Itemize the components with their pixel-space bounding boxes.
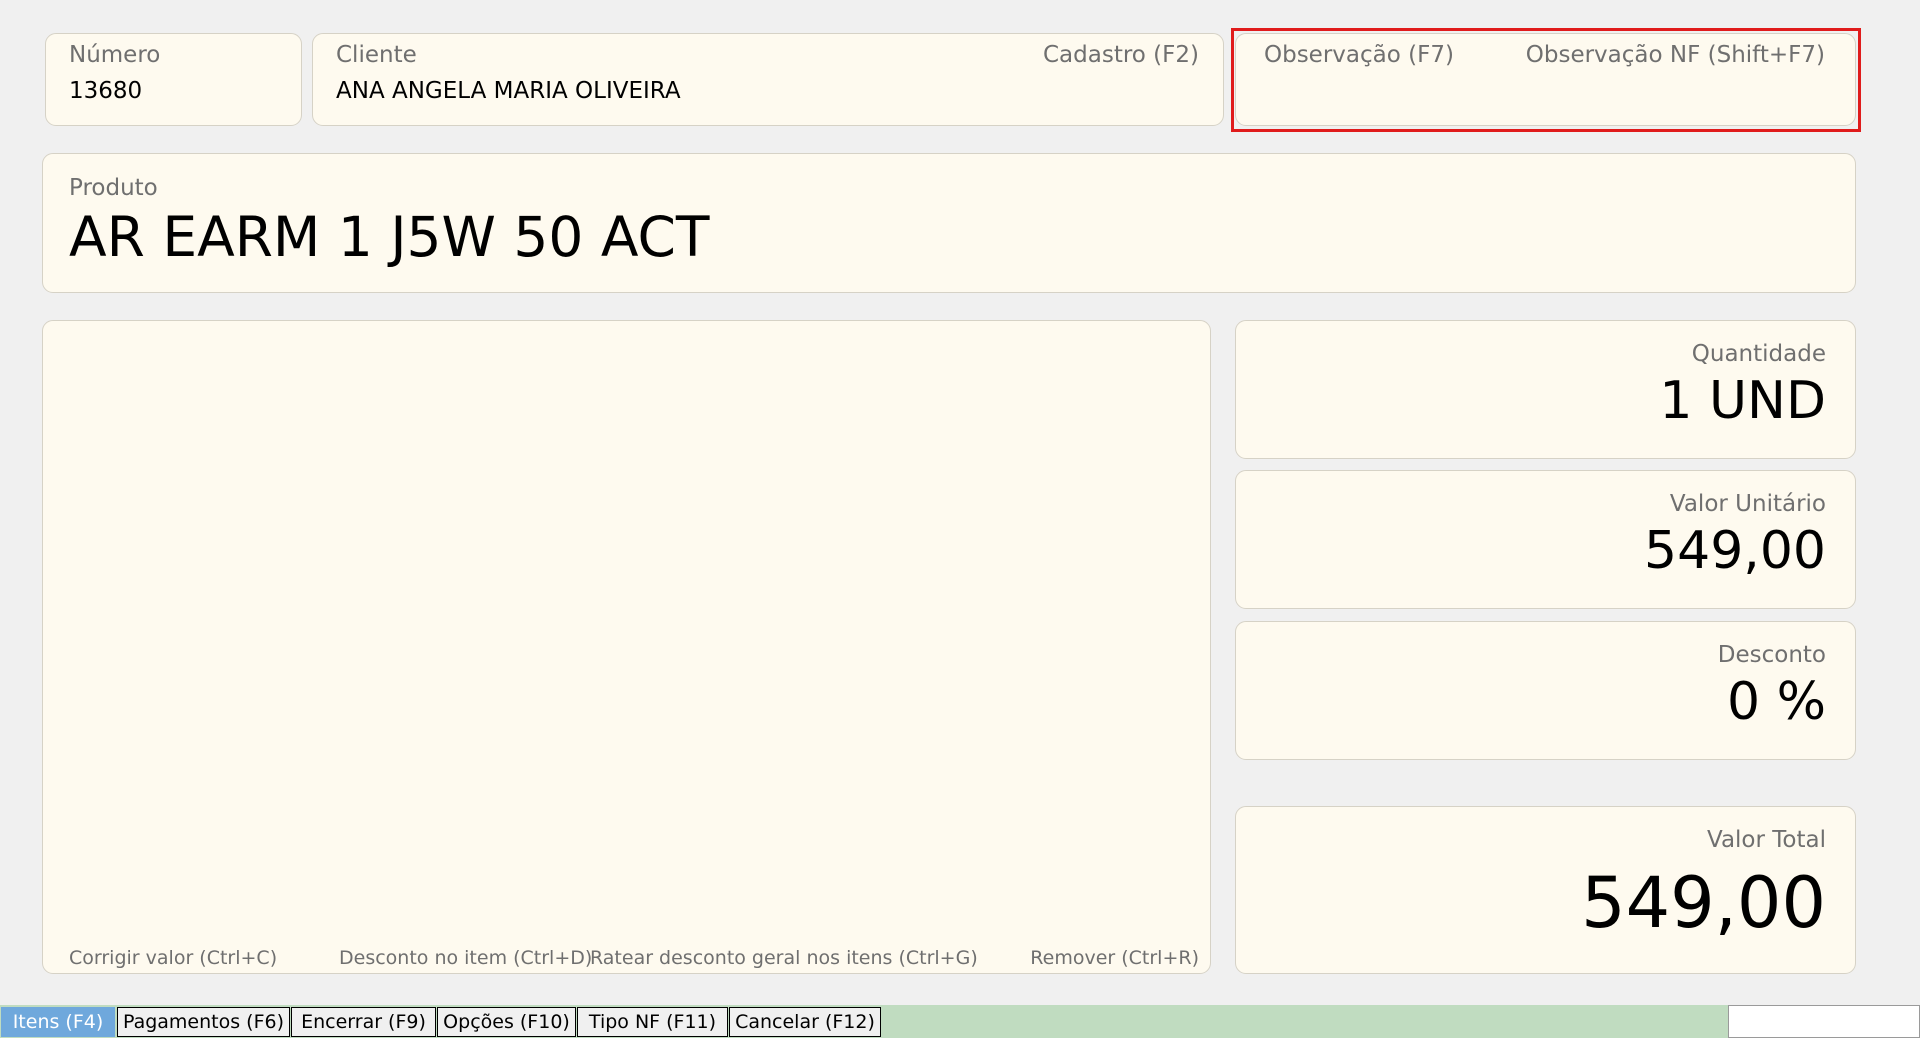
tab-itens[interactable]: Itens (F4) [1,1007,115,1037]
numero-panel: Número 13680 [45,33,302,126]
quantidade-value[interactable]: 1 UND [1659,371,1826,431]
cadastro-link[interactable]: Cadastro (F2) [1043,42,1199,68]
valor-unitario-panel: Valor Unitário 549,00 [1235,470,1856,609]
tab-encerrar[interactable]: Encerrar (F9) [291,1007,436,1037]
tab-pagamentos[interactable]: Pagamentos (F6) [117,1007,290,1037]
valor-total-value: 549,00 [1581,862,1826,944]
cliente-value[interactable]: ANA ANGELA MARIA OLIVEIRA [336,78,681,104]
valor-total-label: Valor Total [1707,827,1826,853]
produto-label: Produto [69,175,158,201]
tab-opcoes[interactable]: Opções (F10) [437,1007,576,1037]
numero-value[interactable]: 13680 [69,78,142,104]
produto-value[interactable]: AR EARM 1 J5W 50 ACT [69,205,710,269]
corrigir-valor-hint[interactable]: Corrigir valor (Ctrl+C) [69,947,277,969]
observacao-panel[interactable]: Observação (F7) Observação NF (Shift+F7) [1235,33,1856,126]
tab-tipo-nf[interactable]: Tipo NF (F11) [577,1007,728,1037]
status-field [1728,1005,1920,1038]
quantidade-panel: Quantidade 1 UND [1235,320,1856,459]
bottom-tab-bar: Itens (F4) Pagamentos (F6) Encerrar (F9)… [0,1005,1920,1038]
observacao-nf-link[interactable]: Observação NF (Shift+F7) [1526,42,1825,68]
items-list-panel[interactable]: Corrigir valor (Ctrl+C) Desconto no item… [42,320,1211,974]
desconto-label: Desconto [1717,642,1826,668]
valor-total-panel: Valor Total 549,00 [1235,806,1856,974]
desconto-value[interactable]: 0 % [1727,672,1826,732]
numero-label: Número [69,42,161,68]
desconto-item-hint[interactable]: Desconto no item (Ctrl+D) [339,947,592,969]
produto-panel: Produto AR EARM 1 J5W 50 ACT [42,153,1856,293]
valor-unitario-label: Valor Unitário [1669,491,1826,517]
tab-cancelar[interactable]: Cancelar (F12) [729,1007,881,1037]
ratear-desconto-hint[interactable]: Ratear desconto geral nos itens (Ctrl+G) [590,947,978,969]
valor-unitario-value[interactable]: 549,00 [1644,521,1826,581]
quantidade-label: Quantidade [1691,341,1826,367]
cliente-panel: Cliente Cadastro (F2) ANA ANGELA MARIA O… [312,33,1224,126]
remover-hint[interactable]: Remover (Ctrl+R) [1030,947,1199,969]
observacao-label[interactable]: Observação (F7) [1264,42,1454,68]
cliente-label: Cliente [336,42,417,68]
desconto-panel: Desconto 0 % [1235,621,1856,760]
